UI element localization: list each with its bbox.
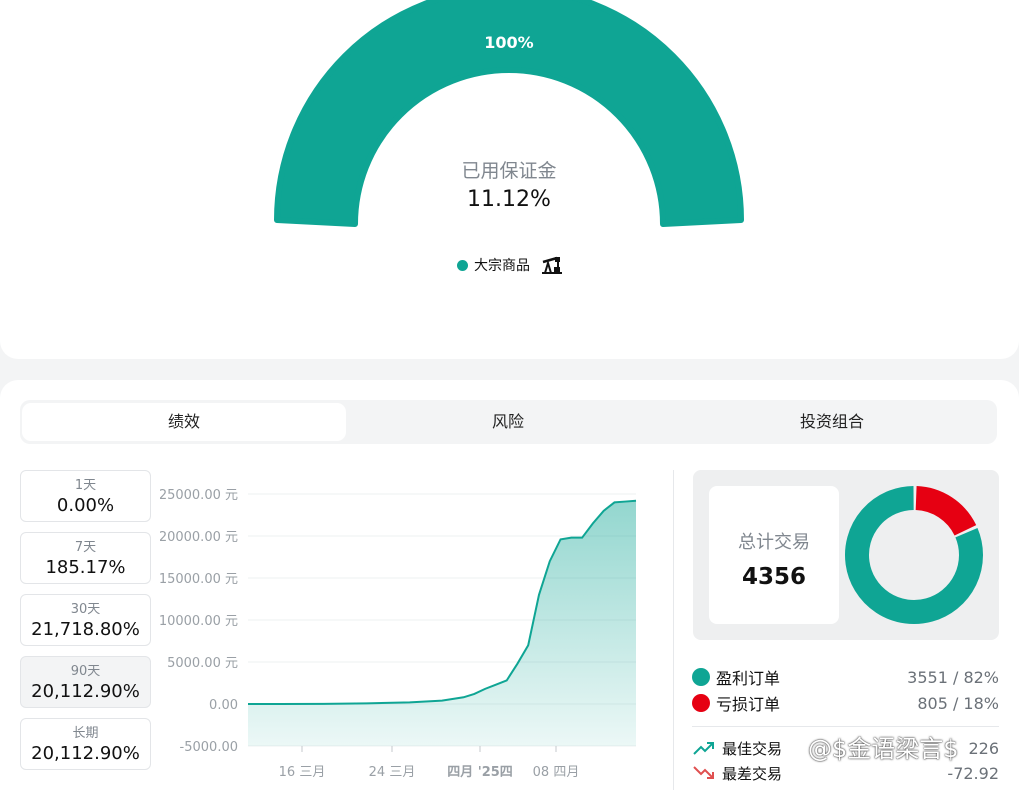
x-tick-label: 四月 '25四 (447, 765, 513, 780)
total-trades-panel: 总计交易 4356 (693, 470, 999, 640)
loss-orders-value: 805 / 18% (917, 693, 999, 713)
worst-trade-row: 最差交易 -72.92 (692, 762, 999, 784)
gauge-percent: 100% (484, 33, 534, 52)
donut-slice (915, 486, 977, 537)
x-tick-label: 08 四月 (533, 765, 580, 780)
y-tick-label: -5000.00 (180, 740, 238, 755)
total-trades-box: 总计交易 4356 (709, 486, 839, 624)
period-1d-button[interactable]: 1天 0.00% (20, 470, 151, 522)
watermark: @$金语梁言$ (808, 735, 959, 763)
period-90d-button[interactable]: 90天 20,112.90% (20, 656, 151, 708)
oil-pump-icon (542, 256, 562, 274)
period-label: 长期 (72, 726, 99, 741)
loss-orders-row: 亏损订单 805 / 18% (692, 691, 999, 715)
period-value: 20,112.90% (31, 681, 140, 702)
y-tick-label: 20000.00 元 (160, 530, 238, 545)
period-label: 7天 (74, 540, 97, 555)
tab-risk[interactable]: 风险 (346, 403, 670, 441)
used-margin-value: 11.12% (467, 187, 551, 212)
period-value: 185.17% (45, 557, 126, 578)
period-value: 20,112.90% (31, 743, 140, 764)
loss-dot (692, 694, 710, 712)
period-value: 0.00% (56, 495, 115, 516)
period-label: 1天 (74, 478, 97, 493)
used-margin-label: 已用保证金 (461, 160, 557, 182)
profit-orders-row: 盈利订单 3551 / 82% (692, 665, 999, 689)
y-tick-label: 25000.00 元 (160, 488, 238, 503)
tab-portfolio[interactable]: 投资组合 (670, 403, 994, 441)
y-tick-label: 10000.00 元 (160, 614, 238, 629)
section-divider (673, 470, 674, 790)
period-label: 30天 (70, 602, 101, 617)
period-7d-button[interactable]: 7天 185.17% (20, 532, 151, 584)
profit-orders-label: 盈利订单 (716, 669, 781, 688)
legend-label: 大宗商品 (474, 258, 530, 274)
x-tick-label: 16 三月 (279, 765, 326, 780)
period-all-button[interactable]: 长期 20,112.90% (20, 718, 151, 770)
x-tick-label: 24 三月 (369, 765, 416, 780)
tab-bar: 绩效 风险 投资组合 (20, 400, 997, 444)
period-label: 90天 (70, 664, 101, 679)
trend-down-icon (693, 766, 714, 779)
period-value: 21,718.80% (31, 619, 140, 640)
best-trade-value: 226 (968, 738, 999, 758)
period-30d-button[interactable]: 30天 21,718.80% (20, 594, 151, 646)
y-tick-label: 5000.00 元 (167, 656, 238, 671)
margin-card: 100% 已用保证金 11.12% 大宗商品 (0, 0, 1019, 359)
legend-dot (457, 259, 468, 271)
gauge-legend[interactable]: 大宗商品 (457, 255, 564, 275)
worst-trade-label: 最差交易 (722, 764, 783, 783)
trend-up-icon (693, 742, 714, 755)
stats-divider (692, 726, 999, 727)
total-trades-value: 4356 (741, 564, 806, 590)
tab-performance[interactable]: 绩效 (22, 403, 346, 441)
best-trade-label: 最佳交易 (722, 739, 783, 758)
worst-trade-value: -72.92 (947, 763, 999, 783)
y-tick-label: 15000.00 元 (160, 572, 238, 587)
profit-dot (692, 668, 710, 686)
trades-donut-chart (845, 486, 983, 624)
profit-orders-value: 3551 / 82% (907, 667, 999, 687)
y-tick-label: 0.00 (209, 698, 238, 713)
loss-orders-label: 亏损订单 (716, 695, 781, 714)
equity-chart: -5000.00 0.00 5000.00 元 10000.00 元 15000.00 … (160, 488, 637, 780)
total-trades-label: 总计交易 (738, 532, 810, 553)
